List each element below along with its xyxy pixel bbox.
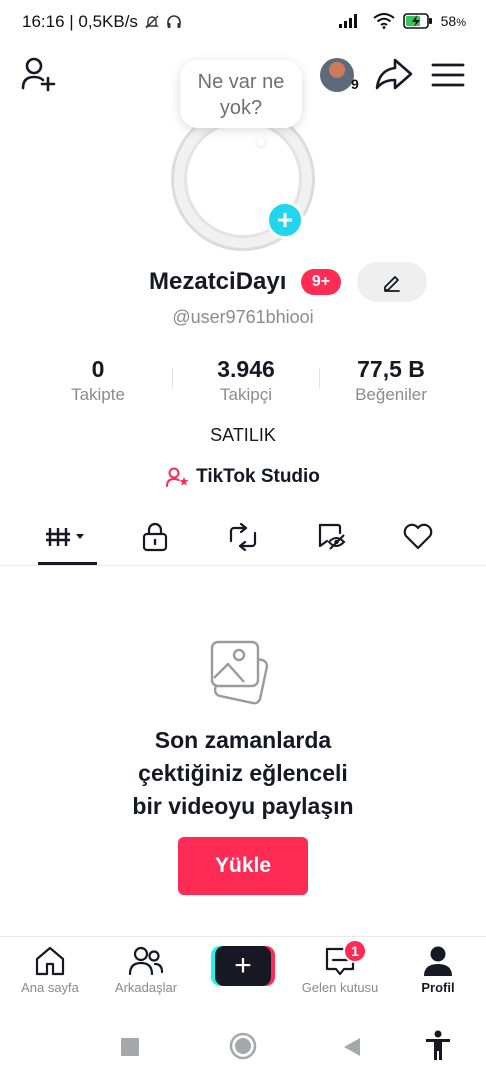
bubble-tail xyxy=(257,138,265,146)
stat-likes-label: Beğeniler xyxy=(355,385,427,404)
account-avatar[interactable] xyxy=(320,58,354,92)
nav-inbox[interactable]: 1 Gelen kutusu xyxy=(290,939,390,995)
friends-icon xyxy=(128,946,164,976)
recents-icon[interactable] xyxy=(120,1037,140,1057)
battery-level: 58 xyxy=(440,13,457,29)
share-icon[interactable] xyxy=(374,56,414,92)
stat-divider xyxy=(172,368,173,388)
stat-followers-value: 3.946 xyxy=(217,356,275,382)
account-count: 9 xyxy=(351,76,359,92)
tiktok-studio-link[interactable]: TikTok Studio xyxy=(0,466,486,488)
stat-following-label: Takipte xyxy=(71,385,125,404)
nav-inbox-label: Gelen kutusu xyxy=(301,980,379,995)
upload-button[interactable]: Yükle xyxy=(178,837,308,895)
empty-line-1: Son zamanlarda xyxy=(154,727,332,753)
pencil-icon xyxy=(384,276,400,292)
inbox-badge: 1 xyxy=(343,939,367,963)
tab-private[interactable] xyxy=(125,510,185,564)
nav-friends-label: Arkadaşlar xyxy=(114,980,178,995)
empty-state-message: Son zamanlarda çektiğiniz eğlenceli bir … xyxy=(0,724,486,823)
add-photo-plus-icon[interactable]: + xyxy=(266,201,304,239)
tiktok-studio-label: TikTok Studio xyxy=(196,466,320,487)
user-star-icon xyxy=(166,467,189,487)
signal-icon xyxy=(338,14,357,28)
tab-reposts[interactable] xyxy=(213,510,273,564)
nav-home[interactable]: Ana sayfa xyxy=(0,945,100,995)
heart-icon xyxy=(403,523,433,550)
home-icon xyxy=(35,946,65,976)
bio-text: SATILIK xyxy=(210,425,276,445)
username: MezatciDayı xyxy=(149,268,287,295)
status-left: 16:16 | 0,5KB/s xyxy=(22,12,182,32)
bottom-nav: Ana sayfa Arkadaşlar + 1 Gelen kutusu Pr xyxy=(0,936,486,1010)
lock-icon xyxy=(142,522,168,552)
stats-row: 0 Takipte 3.946 Takipçi 77,5 B Beğeniler xyxy=(0,356,486,406)
plus-icon: + xyxy=(215,946,271,986)
tab-liked[interactable] xyxy=(388,510,448,564)
nav-friends[interactable]: Arkadaşlar xyxy=(96,945,196,995)
battery-unit: % xyxy=(456,17,466,29)
status-bubble[interactable]: Ne var ne yok? xyxy=(180,60,302,128)
menu-icon[interactable] xyxy=(430,60,466,90)
home-circle-icon[interactable] xyxy=(229,1032,257,1060)
stat-following-value: 0 xyxy=(91,356,105,382)
battery-charging-icon xyxy=(402,13,432,29)
system-nav-bar xyxy=(0,1010,486,1080)
back-triangle-icon[interactable] xyxy=(342,1036,362,1058)
nav-profile-label: Profil xyxy=(421,980,455,995)
empty-line-2: çektiğiniz eğlenceli xyxy=(138,760,348,786)
tab-videos[interactable] xyxy=(38,510,98,564)
bell-off-icon xyxy=(145,15,159,29)
stat-likes-value: 77,5 B xyxy=(357,356,425,382)
repost-icon xyxy=(229,523,257,551)
content-tabs xyxy=(0,510,486,566)
grid-filter-icon xyxy=(46,528,84,546)
tab-active-underline xyxy=(38,562,97,565)
wifi-icon xyxy=(373,13,395,29)
notification-badge[interactable]: 9+ xyxy=(301,269,341,295)
accessibility-icon[interactable] xyxy=(424,1030,452,1062)
nav-profile[interactable]: Profil xyxy=(388,945,486,995)
stat-following[interactable]: 0 Takipte xyxy=(58,356,138,405)
stat-likes[interactable]: 77,5 B Beğeniler xyxy=(341,356,441,405)
headset-icon xyxy=(167,15,181,28)
status-bar: 16:16 | 0,5KB/s 58% xyxy=(0,0,486,48)
name-row: MezatciDayı 9+ xyxy=(0,262,486,302)
status-bubble-text: Ne var ne yok? xyxy=(197,71,285,119)
stat-followers-label: Takipçi xyxy=(220,385,272,404)
tab-tagged[interactable] xyxy=(302,510,362,564)
nav-home-label: Ana sayfa xyxy=(21,980,79,995)
status-right: 58% xyxy=(338,13,466,29)
empty-line-3: bir videoyu paylaşın xyxy=(132,793,354,819)
photos-placeholder-icon xyxy=(210,640,269,705)
add-friend-icon[interactable] xyxy=(20,56,58,94)
stat-divider xyxy=(319,368,320,388)
profile-icon xyxy=(424,946,452,976)
create-button[interactable]: + xyxy=(211,946,275,986)
tagged-eye-icon xyxy=(318,523,346,550)
stat-followers[interactable]: 3.946 Takipçi xyxy=(196,356,296,405)
user-handle: @user9761bhiooi xyxy=(172,307,314,327)
status-time: 16:16 | 0,5KB/s xyxy=(22,12,138,31)
edit-profile-button[interactable] xyxy=(357,262,427,302)
